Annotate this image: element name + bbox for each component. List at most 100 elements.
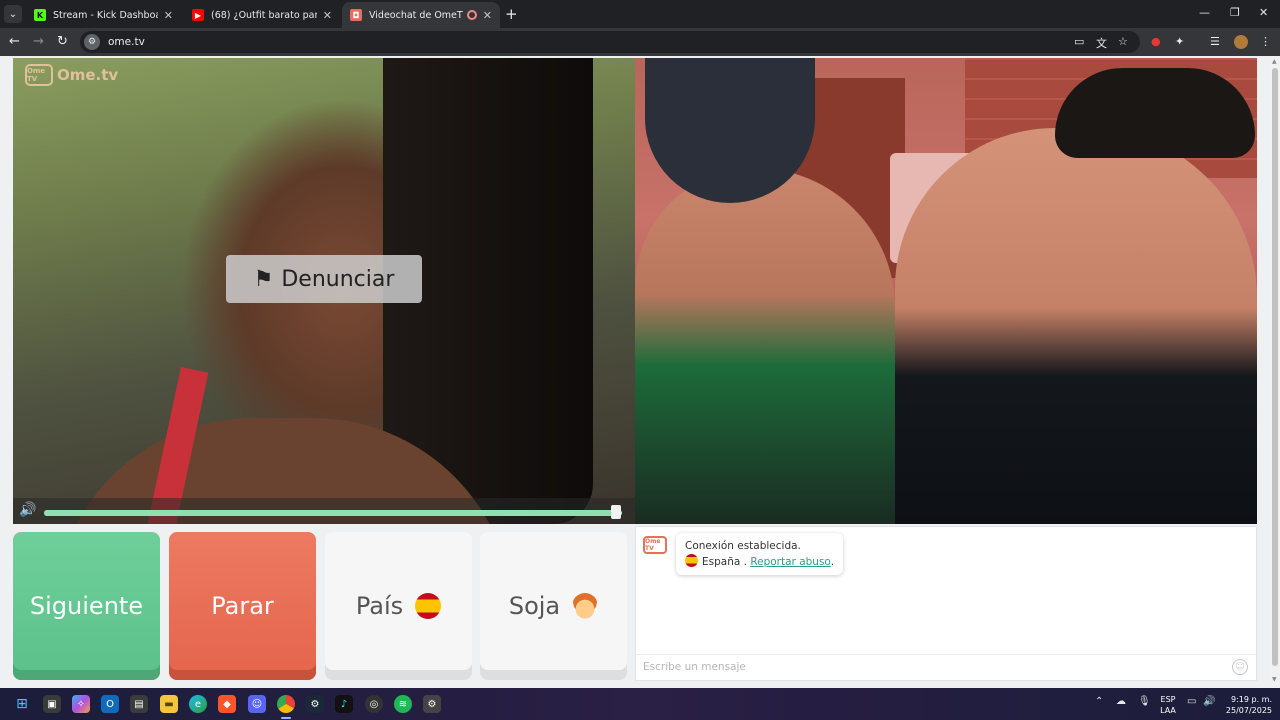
spain-flag-icon xyxy=(415,593,442,619)
tab-strip: ⌄ K Stream - Kick Dashboard ✕ ▶ (68) ¿Ou… xyxy=(0,0,1280,28)
copilot-icon[interactable]: ✧ xyxy=(72,695,90,713)
system-message: Conexión establecida. España . Reportar … xyxy=(676,533,844,575)
volume-slider[interactable] xyxy=(44,510,622,516)
forward-icon[interactable]: → xyxy=(33,34,44,49)
microphone-icon[interactable]: 🎙 xyxy=(1138,696,1151,707)
reload-icon[interactable]: ↻ xyxy=(57,34,68,49)
input-language[interactable]: ESP LAA xyxy=(1158,694,1178,716)
video-content xyxy=(895,128,1257,524)
cast-icon[interactable]: ▭ xyxy=(1074,35,1084,48)
self-video xyxy=(635,58,1257,524)
language-code: ESP xyxy=(1160,695,1176,704)
tab-title: Videochat de OmeTV: una xyxy=(369,9,463,21)
restore-icon[interactable]: ❐ xyxy=(1230,6,1240,19)
kick-icon: K xyxy=(34,9,46,21)
tab-ometv[interactable]: ◘ Videochat de OmeTV: una ✕ xyxy=(342,2,500,28)
stop-button[interactable]: Parar xyxy=(169,532,316,680)
settings-icon[interactable]: ⚙ xyxy=(423,695,441,713)
close-window-icon[interactable]: ✕ xyxy=(1259,6,1268,19)
tab-kick-dashboard[interactable]: K Stream - Kick Dashboard ✕ xyxy=(26,2,181,28)
gender-button[interactable]: Soja xyxy=(480,532,627,680)
chrome-icon[interactable] xyxy=(277,695,295,719)
back-icon[interactable]: ← xyxy=(9,34,20,49)
country-button[interactable]: País xyxy=(325,532,472,680)
spotify-icon[interactable]: ≋ xyxy=(394,695,412,713)
ometv-logo: Ome TV Ome.tv xyxy=(25,64,118,86)
windows-taskbar: ⊞ ▣ ✧ O ▤ ▬ e ◆ ☺ ⚙ ♪ ◎ ≋ ⚙ ⌃ ☁ 🎙 ESP LA… xyxy=(0,688,1280,720)
volume-tray-icon[interactable]: 🔊 xyxy=(1203,696,1215,707)
microsoft-store-icon[interactable]: ▤ xyxy=(130,695,148,713)
trailing-period: . xyxy=(830,556,835,568)
reading-list-icon[interactable]: ☰ xyxy=(1210,35,1220,48)
video-content xyxy=(1055,68,1255,158)
volume-control: 🔊 xyxy=(13,498,635,524)
edge-icon[interactable]: e xyxy=(189,695,207,713)
report-button[interactable]: ⚑ Denunciar xyxy=(226,255,422,303)
brave-icon[interactable]: ◆ xyxy=(218,695,236,713)
close-tab-icon[interactable]: ✕ xyxy=(164,9,173,22)
message-input-area: ☺ xyxy=(636,654,1256,680)
ometv-icon: ◘ xyxy=(350,9,362,21)
tiktok-icon[interactable]: ♪ xyxy=(335,695,353,713)
flag-icon: ⚑ xyxy=(253,266,274,292)
page-scrollbar[interactable]: ▲ ▼ xyxy=(1270,58,1280,683)
site-info-icon[interactable]: ⚙ xyxy=(84,34,100,50)
scroll-up-icon[interactable]: ▲ xyxy=(1272,58,1277,65)
partner-country: España xyxy=(702,556,741,568)
tray-overflow-icon[interactable]: ⌃ xyxy=(1095,696,1103,707)
tab-title: Stream - Kick Dashboard xyxy=(53,9,158,21)
partner-country-line: España . Reportar abuso. xyxy=(685,554,834,570)
windows-start-icon[interactable]: ⊞ xyxy=(13,695,31,713)
scroll-down-icon[interactable]: ▼ xyxy=(1272,676,1277,683)
clock[interactable]: 9:19 p. m. 25/07/2025 xyxy=(1222,694,1272,716)
next-label: Siguiente xyxy=(29,592,144,620)
volume-thumb[interactable] xyxy=(611,505,622,519)
menu-icon[interactable]: ⋮ xyxy=(1260,35,1271,48)
bookmark-star-icon[interactable]: ☆ xyxy=(1118,35,1128,48)
report-abuse-link[interactable]: Reportar abuso xyxy=(750,556,830,568)
country-label: País xyxy=(355,592,404,620)
tab-search-button[interactable]: ⌄ xyxy=(4,5,22,23)
separator-text: . xyxy=(740,556,751,568)
tab-youtube[interactable]: ▶ (68) ¿Outfit barato para Miranda ✕ xyxy=(184,2,340,28)
ometv-page: Ome TV Ome.tv ⚑ Denunciar 🔊 Siguiente Pa… xyxy=(0,56,1280,688)
discord-icon[interactable]: ☺ xyxy=(248,695,266,713)
clock-time: 9:19 p. m. xyxy=(1230,695,1272,704)
tv-icon: Ome TV xyxy=(25,64,53,86)
speaker-icon[interactable]: 🔊 xyxy=(19,502,36,518)
stop-label: Parar xyxy=(211,592,274,620)
volume-fill xyxy=(44,510,617,516)
youtube-icon: ▶ xyxy=(192,9,204,21)
profile-avatar[interactable] xyxy=(1234,35,1248,49)
spain-flag-icon xyxy=(685,554,698,567)
address-bar[interactable]: ⚙ ome.tv xyxy=(80,31,1140,53)
file-explorer-icon[interactable]: ▬ xyxy=(160,695,178,713)
close-tab-icon[interactable]: ✕ xyxy=(483,9,492,22)
message-input[interactable] xyxy=(636,655,1216,679)
next-button[interactable]: Siguiente xyxy=(13,532,160,680)
scrollbar-thumb[interactable] xyxy=(1272,68,1278,666)
ometv-chat-icon: Ome TV xyxy=(643,536,667,554)
emoji-icon[interactable]: ☺ xyxy=(1232,659,1248,675)
tab-title: (68) ¿Outfit barato para Miranda xyxy=(211,9,317,21)
gender-label: Soja xyxy=(508,592,561,620)
keyboard-layout: LAA xyxy=(1160,706,1176,715)
translate-icon[interactable]: 文 xyxy=(1096,35,1107,51)
extension-record-icon[interactable]: ● xyxy=(1151,35,1161,48)
obs-icon[interactable]: ◎ xyxy=(365,695,383,713)
task-view-icon[interactable]: ▣ xyxy=(43,695,61,713)
boy-icon xyxy=(572,593,599,619)
new-tab-button[interactable]: + xyxy=(505,5,518,23)
network-icon[interactable]: ▭ xyxy=(1187,696,1196,707)
logo-text: Ome.tv xyxy=(57,66,119,84)
minimize-icon[interactable]: — xyxy=(1199,6,1210,19)
chat-panel: Ome TV Conexión establecida. España . Re… xyxy=(635,526,1257,681)
recording-icon xyxy=(466,10,477,20)
clock-date: 25/07/2025 xyxy=(1225,706,1272,715)
outlook-icon[interactable]: O xyxy=(101,695,119,713)
url-text[interactable]: ome.tv xyxy=(108,36,145,48)
close-tab-icon[interactable]: ✕ xyxy=(323,9,332,22)
tray-app-icon[interactable]: ☁ xyxy=(1116,696,1126,707)
extensions-icon[interactable]: ✦ xyxy=(1175,35,1184,48)
steam-icon[interactable]: ⚙ xyxy=(306,695,324,713)
